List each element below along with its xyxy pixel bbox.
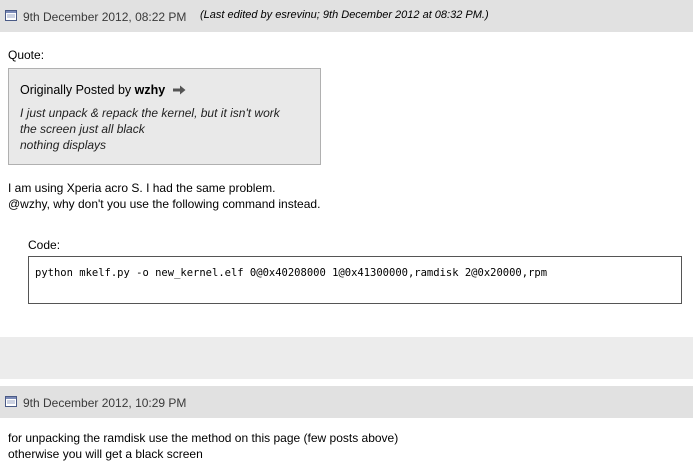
document-icon [5,396,17,407]
right-arrow-icon[interactable] [172,84,186,98]
code-label: Code: [28,238,61,252]
post-message: I am using Xperia acro S. I had the same… [8,180,320,212]
post-date: 9th December 2012, 08:22 PM [23,10,187,24]
quote-line: I just unpack & repack the kernel, but i… [20,106,280,120]
post-header: 9th December 2012, 08:22 PM (Last edited… [0,0,693,32]
originally-posted-by-label: Originally Posted by [20,83,132,97]
quote-author: wzhy [134,83,166,97]
message-line: otherwise you will get a black screen [8,447,203,461]
message-line: I am using Xperia acro S. I had the same… [8,181,276,195]
document-icon [5,10,17,21]
quote-line: the screen just all black [20,122,145,136]
quote-origin: Originally Posted by wzhy [20,83,186,98]
post-separator [0,337,693,379]
post-date: 9th December 2012, 10:29 PM [23,396,187,410]
quote-label: Quote: [8,48,45,62]
quote-line: nothing displays [20,138,107,152]
last-edited-note: (Last edited by esrevinu; 9th December 2… [200,9,489,21]
post-message: for unpacking the ramdisk use the method… [8,430,398,462]
quote-text: I just unpack & repack the kernel, but i… [20,105,280,153]
code-box: python mkelf.py -o new_kernel.elf 0@0x40… [28,256,682,304]
message-line: @wzhy, why don't you use the following c… [8,197,321,211]
quote-box: Originally Posted by wzhy I just unpack … [8,68,321,165]
code-text: python mkelf.py -o new_kernel.elf 0@0x40… [35,267,548,279]
post-header: 9th December 2012, 10:29 PM [0,386,693,418]
message-line: for unpacking the ramdisk use the method… [8,431,399,445]
